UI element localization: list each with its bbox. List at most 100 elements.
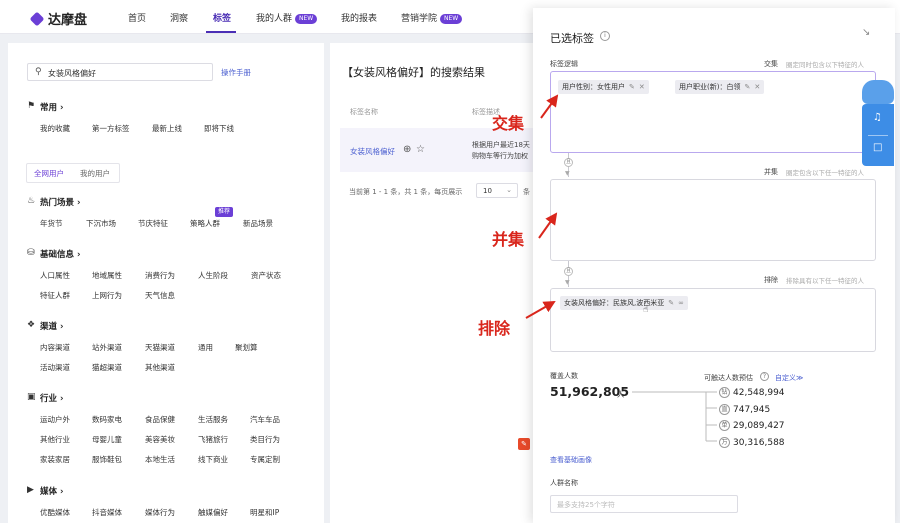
pagination-tail: 条 [523, 188, 530, 196]
section-common-title: 常用 [40, 103, 58, 113]
nav-my-crowd[interactable]: 我的人群 NEW [256, 11, 318, 24]
search-icon: ⚲ [35, 67, 42, 77]
help-icon[interactable]: ? [760, 372, 769, 381]
tag-item[interactable]: 数码家电 [92, 414, 122, 425]
add-icon[interactable]: ⊕ [403, 144, 411, 155]
link-icon[interactable]: ∞ [678, 299, 684, 307]
assistant-cloud-icon[interactable] [862, 80, 894, 104]
tag-item[interactable]: 上网行为 [92, 290, 122, 301]
tag-item[interactable]: 我的收藏 [40, 123, 70, 134]
close-icon[interactable]: ✕ [754, 83, 760, 91]
tag-item[interactable]: 天猫渠道 [145, 342, 175, 353]
floating-tool-icon[interactable]: ✎ [518, 438, 530, 450]
tag-item[interactable]: 通用 [198, 342, 213, 353]
tag-item[interactable]: 策略人群 [190, 218, 220, 229]
nav-active-underline [206, 31, 236, 33]
manual-link[interactable]: 操作手册 [221, 67, 251, 78]
logic-label: 标签逻辑 [550, 60, 578, 68]
channel-icon: 单 [719, 420, 730, 431]
and-label: 交集 [764, 60, 778, 68]
star-icon[interactable]: ☆ [416, 144, 425, 155]
tag-item[interactable]: 母婴儿童 [92, 434, 122, 445]
tag-item[interactable]: 运动户外 [40, 414, 70, 425]
nav-my-report[interactable]: 我的报表 [341, 11, 377, 24]
collapse-icon[interactable]: ↘ [862, 27, 870, 38]
bookmark-icon: ⚑ [27, 101, 36, 111]
tag-item[interactable]: 食品保健 [145, 414, 175, 425]
nav-home[interactable]: 首页 [128, 11, 146, 24]
crowd-name-label: 人群名称 [550, 479, 578, 487]
section-media[interactable]: 媒体 › [40, 485, 63, 497]
page-size-select[interactable]: 10 ⌄ [476, 183, 518, 198]
tag-item[interactable]: 站外渠道 [92, 342, 122, 353]
exclude-hint: 排除具有以下任一特征的人 [786, 277, 864, 285]
section-basic[interactable]: 基础信息 › [40, 248, 80, 260]
tag-item[interactable]: 新品场景 [243, 218, 273, 229]
tag-item[interactable]: 服饰鞋包 [92, 454, 122, 465]
tag-item[interactable]: 消费行为 [145, 270, 175, 281]
tag-item[interactable]: 媒体行为 [145, 507, 175, 518]
tag-item[interactable]: 线下商业 [198, 454, 228, 465]
tag-item[interactable]: 节庆特征 [138, 218, 168, 229]
nav-tags[interactable]: 标签 [213, 11, 231, 24]
tag-item[interactable]: 人口属性 [40, 270, 70, 281]
tag-item[interactable]: 第一方标签 [92, 123, 130, 134]
nav-insight[interactable]: 洞察 [170, 11, 188, 24]
edit-icon[interactable]: ✎ [744, 83, 750, 91]
tag-search-input[interactable]: ⚲ 女装风格偏好 [27, 63, 213, 81]
column-header-name: 标签名称 [350, 108, 378, 116]
tag-item[interactable]: 内容渠道 [40, 342, 70, 353]
tag-item[interactable]: 地域属性 [92, 270, 122, 281]
tag-item[interactable]: 飞猪旅行 [198, 434, 228, 445]
tag-item[interactable]: 生活服务 [198, 414, 228, 425]
tab-my-users[interactable]: 我的用户 [80, 168, 110, 179]
result-description-line1: 根据用户最近18天 [472, 141, 530, 149]
tag-item[interactable]: 特征人群 [40, 290, 70, 301]
tag-item[interactable]: 下沉市场 [86, 218, 116, 229]
tag-item[interactable]: 本地生活 [145, 454, 175, 465]
tag-item[interactable]: 天气信息 [145, 290, 175, 301]
or-box[interactable] [550, 179, 876, 261]
reach-label: 可触达人数预估 [704, 374, 753, 382]
tag-item[interactable]: 优酷媒体 [40, 507, 70, 518]
section-hot[interactable]: 热门场景 › [40, 196, 80, 208]
tag-item[interactable]: 最新上线 [152, 123, 182, 134]
connector-and: 且 [564, 267, 573, 276]
tag-item[interactable]: 美容美妆 [145, 434, 175, 445]
bell-icon[interactable]: ♫ [873, 112, 882, 123]
tag-item[interactable]: 明星和IP [250, 507, 279, 518]
tag-item[interactable]: 聚划算 [235, 342, 258, 353]
tag-item[interactable]: 资产状态 [251, 270, 281, 281]
crowd-name-input[interactable]: 最多支持25个字符 [550, 495, 738, 513]
tag-item[interactable]: 猫超渠道 [92, 362, 122, 373]
tag-item[interactable]: 年货节 [40, 218, 63, 229]
section-common[interactable]: 常用 › [40, 101, 63, 113]
tag-item[interactable]: 触媒偏好 [198, 507, 228, 518]
info-icon[interactable]: i [600, 31, 610, 41]
tag-item[interactable]: 其他行业 [40, 434, 70, 445]
tag-item[interactable]: 抖音媒体 [92, 507, 122, 518]
tab-all-users[interactable]: 全网用户 [34, 168, 64, 179]
section-industry[interactable]: 行业 › [40, 392, 63, 404]
edit-icon[interactable]: ✎ [668, 299, 674, 307]
logo[interactable]: 达摩盘 [29, 9, 87, 28]
tag-item[interactable]: 专属定制 [250, 454, 280, 465]
new-badge: NEW [295, 14, 318, 24]
tag-item[interactable]: 即将下线 [204, 123, 234, 134]
tag-item[interactable]: 类目行为 [250, 434, 280, 445]
chat-icon[interactable]: □ [873, 142, 882, 153]
result-tag-name[interactable]: 女装风格偏好 [350, 146, 395, 157]
tag-item[interactable]: 家装家居 [40, 454, 70, 465]
tag-item[interactable]: 人生阶段 [198, 270, 228, 281]
tag-item[interactable]: 汽车车品 [250, 414, 280, 425]
section-channel[interactable]: 渠道 › [40, 320, 63, 332]
close-icon[interactable]: ✕ [639, 83, 645, 91]
tag-item[interactable]: 活动渠道 [40, 362, 70, 373]
view-profile-link[interactable]: 查看基础画像 [550, 455, 592, 465]
custom-link[interactable]: 自定义≫ [775, 373, 803, 383]
results-title: 【女装风格偏好】的搜索结果 [342, 66, 485, 79]
nav-academy[interactable]: 营销学院 NEW [401, 11, 463, 24]
or-hint: 圈定包含以下任一特征的人 [786, 169, 864, 177]
edit-icon[interactable]: ✎ [629, 83, 635, 91]
tag-item[interactable]: 其他渠道 [145, 362, 175, 373]
